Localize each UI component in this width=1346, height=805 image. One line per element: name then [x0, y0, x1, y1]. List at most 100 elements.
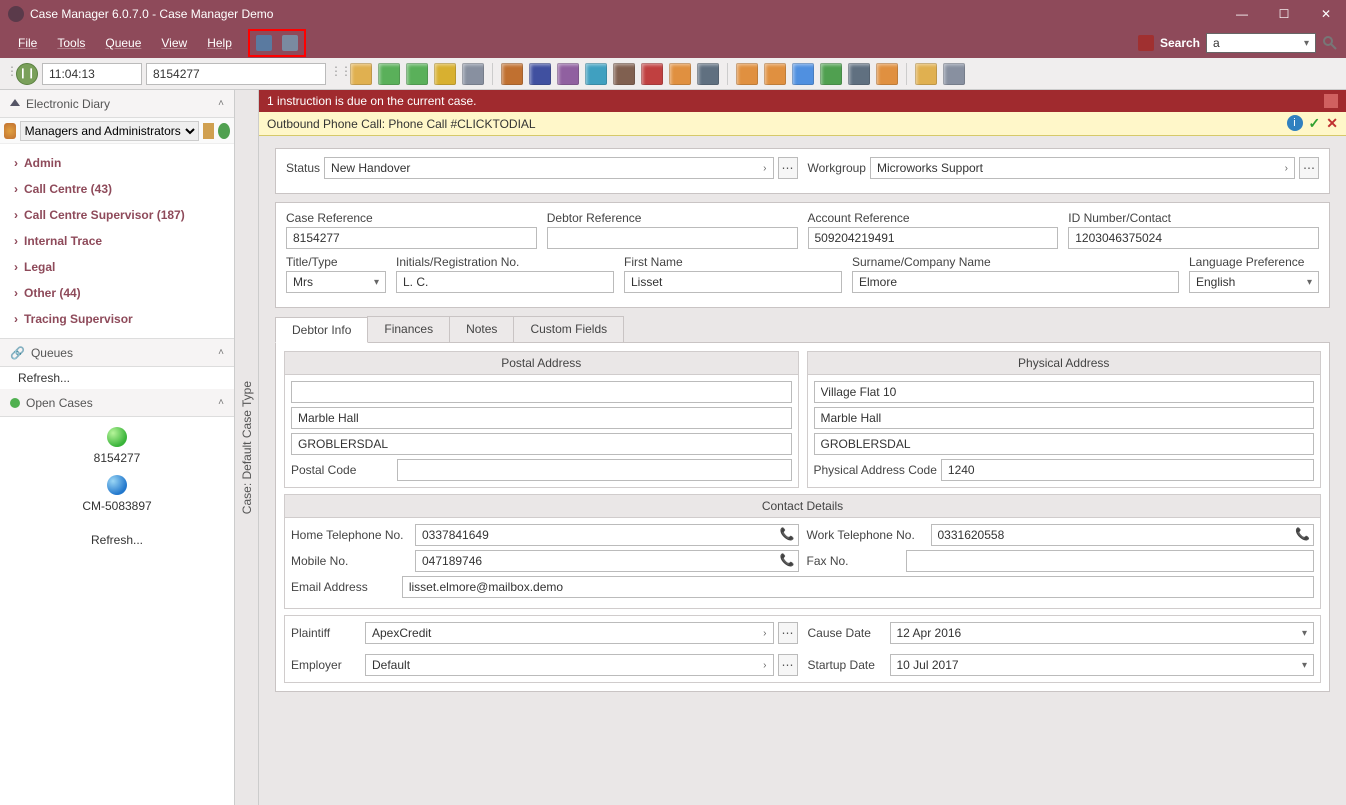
tree-item[interactable]: Internal Trace	[0, 228, 234, 254]
postal-line3-input[interactable]	[291, 433, 792, 455]
toolbar-group-icon[interactable]	[669, 63, 691, 85]
status-options-button[interactable]: ⋯	[778, 157, 798, 179]
minimize-button[interactable]: —	[1230, 4, 1254, 24]
search-input[interactable]: a ▾	[1206, 33, 1316, 53]
case-status-ball[interactable]	[107, 475, 127, 495]
queues-header[interactable]: 🔗 Queues ˄	[0, 339, 234, 367]
toolbar-building-icon[interactable]	[697, 63, 719, 85]
toolbar-glasses-icon[interactable]	[943, 63, 965, 85]
toolbar-delete-icon[interactable]	[434, 63, 456, 85]
status-select[interactable]: New Handover›	[324, 157, 773, 179]
plaintiff-select[interactable]: ApexCredit›	[365, 622, 774, 644]
play-pause-button[interactable]: ❙❙	[16, 63, 38, 85]
toolbar-globe-icon[interactable]	[820, 63, 842, 85]
refresh-icon[interactable]	[218, 123, 230, 139]
info-icon[interactable]: i	[1287, 115, 1303, 131]
managers-dropdown[interactable]: Managers and Administrators	[20, 121, 199, 141]
surname-input[interactable]	[852, 271, 1179, 293]
toolbar-run-icon[interactable]	[641, 63, 663, 85]
tree-item[interactable]: Legal	[0, 254, 234, 280]
toolbar-print-icon[interactable]	[848, 63, 870, 85]
chevron-up-icon[interactable]: ˄	[218, 347, 224, 358]
case-status-ball[interactable]	[107, 427, 127, 447]
open-cases-header[interactable]: Open Cases ˄	[0, 389, 234, 417]
toolbar-refresh-icon[interactable]	[378, 63, 400, 85]
tree-item[interactable]: Other (44)	[0, 280, 234, 306]
startup-date-select[interactable]: 10 Jul 2017▾	[890, 654, 1315, 676]
toolbar-list-icon[interactable]	[462, 63, 484, 85]
postal-line2-input[interactable]	[291, 407, 792, 429]
tree-item[interactable]: Tracing Supervisor	[0, 306, 234, 332]
tree-item[interactable]: Admin	[0, 150, 234, 176]
debtor-reference-input[interactable]	[547, 227, 798, 249]
workgroup-select[interactable]: Microworks Support›	[870, 157, 1295, 179]
open-cases-refresh-link[interactable]: Refresh...	[6, 533, 228, 547]
id-number-input[interactable]	[1068, 227, 1319, 249]
report-icon[interactable]	[282, 35, 298, 51]
toolbar-person-icon[interactable]	[585, 63, 607, 85]
search-icon[interactable]	[1322, 35, 1338, 51]
work-tel-input[interactable]	[931, 524, 1315, 546]
phone-icon[interactable]: 📞	[1295, 527, 1310, 541]
physical-code-input[interactable]	[941, 459, 1314, 481]
initials-input[interactable]	[396, 271, 614, 293]
toolbar-add-icon[interactable]	[406, 63, 428, 85]
fax-input[interactable]	[906, 550, 1314, 572]
menu-tools[interactable]: Tools	[47, 32, 95, 54]
toolbar-user-icon[interactable]	[501, 63, 523, 85]
menu-file[interactable]: File	[8, 32, 47, 54]
toolbar-tag-icon[interactable]	[915, 63, 937, 85]
case-ref-quick-input[interactable]	[146, 63, 326, 85]
chevron-down-icon[interactable]: ▾	[1304, 38, 1309, 49]
menu-queue[interactable]: Queue	[95, 32, 151, 54]
electronic-diary-header[interactable]: Electronic Diary ˄	[0, 90, 234, 118]
physical-line2-input[interactable]	[814, 407, 1315, 429]
vertical-tab[interactable]: Case: Default Case Type	[235, 90, 259, 805]
open-case-ref[interactable]: 8154277	[6, 451, 228, 465]
postal-code-input[interactable]	[397, 459, 792, 481]
menu-view[interactable]: View	[151, 32, 197, 54]
title-type-select[interactable]: Mrs▾	[286, 271, 386, 293]
tree-item[interactable]: Call Centre Supervisor (187)	[0, 202, 234, 228]
toolbar-money-icon[interactable]	[876, 63, 898, 85]
close-button[interactable]: ✕	[1314, 4, 1338, 24]
tab-debtor-info[interactable]: Debtor Info	[275, 317, 368, 343]
maximize-button[interactable]: ☐	[1272, 4, 1296, 24]
close-icon[interactable]: ✕	[1326, 115, 1338, 132]
queues-refresh-link[interactable]: Refresh...	[18, 371, 216, 385]
open-case-ref[interactable]: CM-5083897	[6, 499, 228, 513]
case-reference-input[interactable]	[286, 227, 537, 249]
tab-notes[interactable]: Notes	[449, 316, 514, 342]
account-reference-input[interactable]	[808, 227, 1059, 249]
plaintiff-options-button[interactable]: ⋯	[778, 622, 798, 644]
toolbar-hammer-icon[interactable]	[613, 63, 635, 85]
chevron-up-icon[interactable]: ˄	[218, 98, 224, 109]
toolbar-star-icon[interactable]	[764, 63, 786, 85]
first-name-input[interactable]	[624, 271, 842, 293]
checkmark-icon[interactable]: ✓	[1309, 115, 1321, 132]
phone-icon[interactable]: 📞	[780, 553, 795, 567]
phone-icon[interactable]: 📞	[780, 527, 795, 541]
dashboard-icon[interactable]	[256, 35, 272, 51]
toolbar-clipboard-icon[interactable]	[557, 63, 579, 85]
employer-options-button[interactable]: ⋯	[778, 654, 798, 676]
tab-custom-fields[interactable]: Custom Fields	[513, 316, 624, 342]
time-input[interactable]	[42, 63, 142, 85]
mobile-input[interactable]	[415, 550, 799, 572]
tab-finances[interactable]: Finances	[367, 316, 450, 342]
toolbar-mail-icon[interactable]	[792, 63, 814, 85]
chevron-up-icon[interactable]: ˄	[218, 397, 224, 408]
cause-date-select[interactable]: 12 Apr 2016▾	[890, 622, 1315, 644]
postal-line1-input[interactable]	[291, 381, 792, 403]
toolbar-save-icon[interactable]	[350, 63, 372, 85]
workgroup-options-button[interactable]: ⋯	[1299, 157, 1319, 179]
email-input[interactable]	[402, 576, 1314, 598]
toolbar-lock-icon[interactable]	[736, 63, 758, 85]
home-tel-input[interactable]	[415, 524, 799, 546]
language-select[interactable]: English▾	[1189, 271, 1319, 293]
tree-item[interactable]: Call Centre (43)	[0, 176, 234, 202]
menu-help[interactable]: Help	[197, 32, 242, 54]
employer-select[interactable]: Default›	[365, 654, 774, 676]
tree-icon[interactable]	[203, 123, 215, 139]
flag-icon[interactable]	[1324, 94, 1338, 108]
